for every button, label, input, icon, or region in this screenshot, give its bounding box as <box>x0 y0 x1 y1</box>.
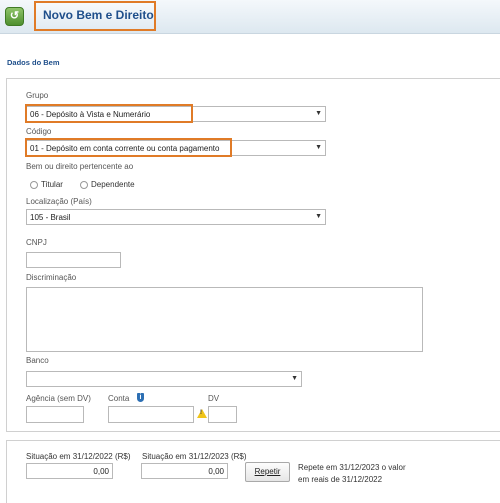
codigo-label: Código <box>26 127 52 136</box>
codigo-highlight <box>25 138 232 157</box>
conta-input[interactable] <box>108 406 194 423</box>
chevron-down-icon: ▼ <box>315 110 322 117</box>
repetir-note-1: Repete em 31/12/2023 o valor <box>298 463 406 472</box>
repetir-button[interactable]: Repetir <box>245 462 290 482</box>
cnpj-input[interactable] <box>26 252 121 268</box>
repetir-button-label: Repetir <box>254 467 281 476</box>
banco-label: Banco <box>26 356 49 365</box>
warning-icon: ! <box>197 409 207 418</box>
back-icon[interactable]: ↺ <box>5 7 24 26</box>
situacao-2022-value: 0,00 <box>93 467 109 476</box>
cnpj-label: CNPJ <box>26 238 47 247</box>
agencia-input[interactable] <box>26 406 84 423</box>
localizacao-label: Localização (País) <box>26 197 92 206</box>
radio-titular[interactable] <box>30 181 38 189</box>
dv-input[interactable] <box>208 406 237 423</box>
situacao-2022-input[interactable]: 0,00 <box>26 463 113 479</box>
situacao-2023-input[interactable]: 0,00 <box>141 463 228 479</box>
titular-label: Titular <box>41 180 63 189</box>
repetir-note-2: em reais de 31/12/2022 <box>298 475 383 484</box>
grupo-label: Grupo <box>26 91 49 100</box>
shield-info-icon[interactable]: i <box>137 393 144 402</box>
conta-label: Conta <box>108 394 130 403</box>
localizacao-value: 105 - Brasil <box>30 213 71 222</box>
top-bar: ↺ Novo Bem e Direito <box>0 0 500 34</box>
chevron-down-icon: ▼ <box>291 375 298 382</box>
dependente-label: Dependente <box>91 180 135 189</box>
situacao-2022-label: Situação em 31/12/2022 (R$) <box>26 452 131 461</box>
page-title-box: Novo Bem e Direito <box>34 1 156 31</box>
agencia-label: Agência (sem DV) <box>26 394 91 403</box>
situacao-2023-label: Situação em 31/12/2023 (R$) <box>142 452 247 461</box>
banco-select[interactable]: ▼ <box>26 371 302 387</box>
pertencente-label: Bem ou direito pertencente ao <box>26 162 134 171</box>
chevron-down-icon: ▼ <box>315 144 322 151</box>
situacao-2023-value: 0,00 <box>208 467 224 476</box>
section-title: Dados do Bem <box>7 58 60 67</box>
dv-label: DV <box>208 394 220 403</box>
discriminacao-label: Discriminação <box>26 273 77 282</box>
radio-dependente[interactable] <box>80 181 88 189</box>
page-title: Novo Bem e Direito <box>43 8 154 22</box>
discriminacao-textarea[interactable] <box>26 287 423 352</box>
localizacao-select[interactable]: 105 - Brasil ▼ <box>26 209 326 225</box>
grupo-highlight <box>25 104 193 123</box>
chevron-down-icon: ▼ <box>315 213 322 220</box>
